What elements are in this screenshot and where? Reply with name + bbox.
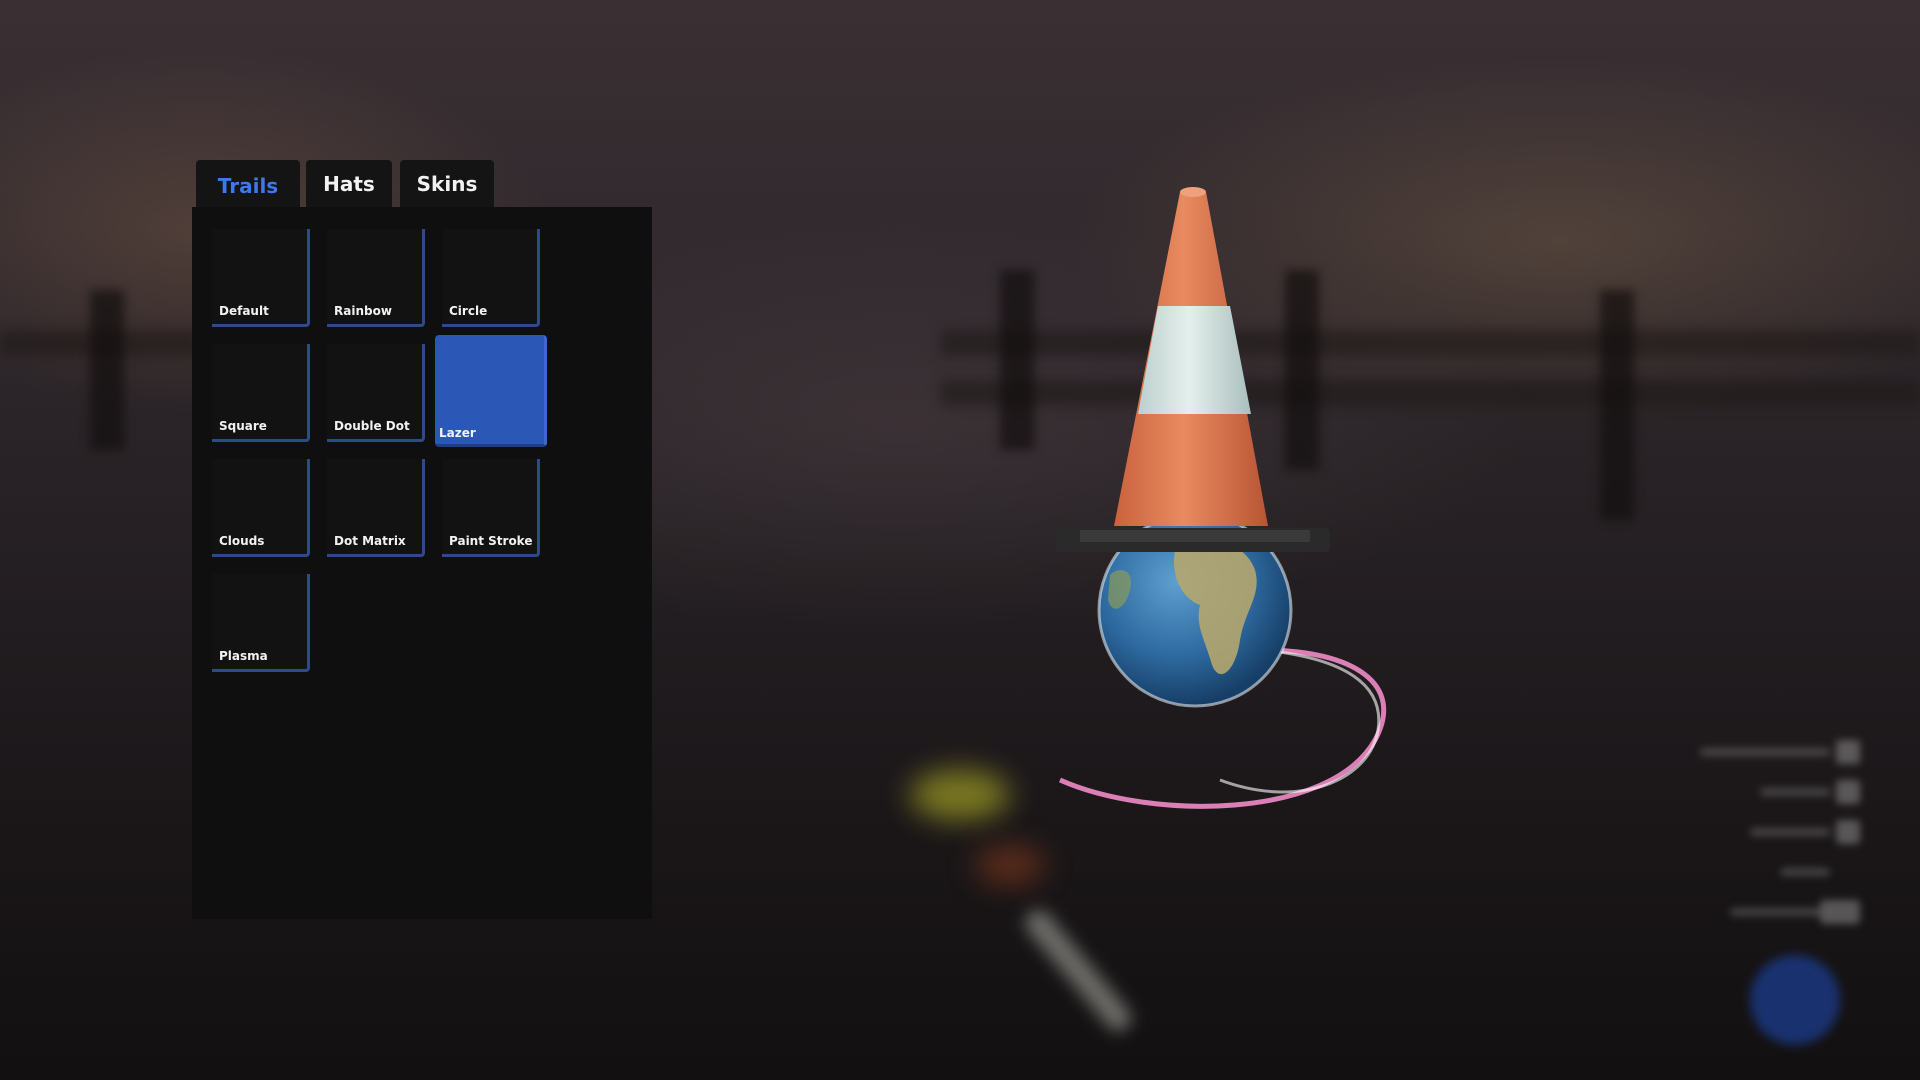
trail-label: Rainbow: [334, 304, 392, 318]
trail-label: Paint Stroke: [449, 534, 533, 548]
trail-label: Circle: [449, 304, 488, 318]
trail-label: Lazer: [439, 426, 476, 440]
trail-tile-paint-stroke[interactable]: Paint Stroke: [442, 459, 540, 557]
character-preview: [1056, 187, 1387, 809]
trail-label: Square: [219, 419, 267, 433]
trails-panel: Default Rainbow Circle Square Double Dot…: [192, 207, 652, 919]
fence-post: [1600, 290, 1634, 520]
bottom-left-hud: [60, 995, 420, 1035]
tab-hats[interactable]: Hats: [306, 160, 392, 208]
trail-label: Double Dot: [334, 419, 410, 433]
hud-row: [1660, 820, 1860, 844]
trail-label: Dot Matrix: [334, 534, 406, 548]
traffic-cone-hat: [1056, 187, 1330, 552]
hud-row: [1660, 740, 1860, 764]
fence-post: [90, 290, 124, 450]
trail-tile-lazer[interactable]: Lazer: [435, 335, 547, 447]
trail-tile-circle[interactable]: Circle: [442, 229, 540, 327]
trail-label: Plasma: [219, 649, 268, 663]
tab-skins[interactable]: Skins: [400, 160, 494, 208]
trail-tile-square[interactable]: Square: [212, 344, 310, 442]
trail-tile-clouds[interactable]: Clouds: [212, 459, 310, 557]
trail-tile-double-dot[interactable]: Double Dot: [327, 344, 425, 442]
hud-row: [1660, 780, 1860, 804]
trail-tile-dot-matrix[interactable]: Dot Matrix: [327, 459, 425, 557]
action-button-icon[interactable]: [1750, 955, 1840, 1045]
blurred-light: [975, 845, 1045, 885]
trail-tile-default[interactable]: Default: [212, 229, 310, 327]
tab-trails[interactable]: Trails: [196, 160, 300, 212]
trail-label: Clouds: [219, 534, 265, 548]
hud-row: [1660, 900, 1860, 924]
trail-tile-rainbow[interactable]: Rainbow: [327, 229, 425, 327]
trail-label: Default: [219, 304, 269, 318]
hud-row: [1660, 860, 1860, 884]
blurred-light: [910, 770, 1010, 820]
trail-tile-plasma[interactable]: Plasma: [212, 574, 310, 672]
